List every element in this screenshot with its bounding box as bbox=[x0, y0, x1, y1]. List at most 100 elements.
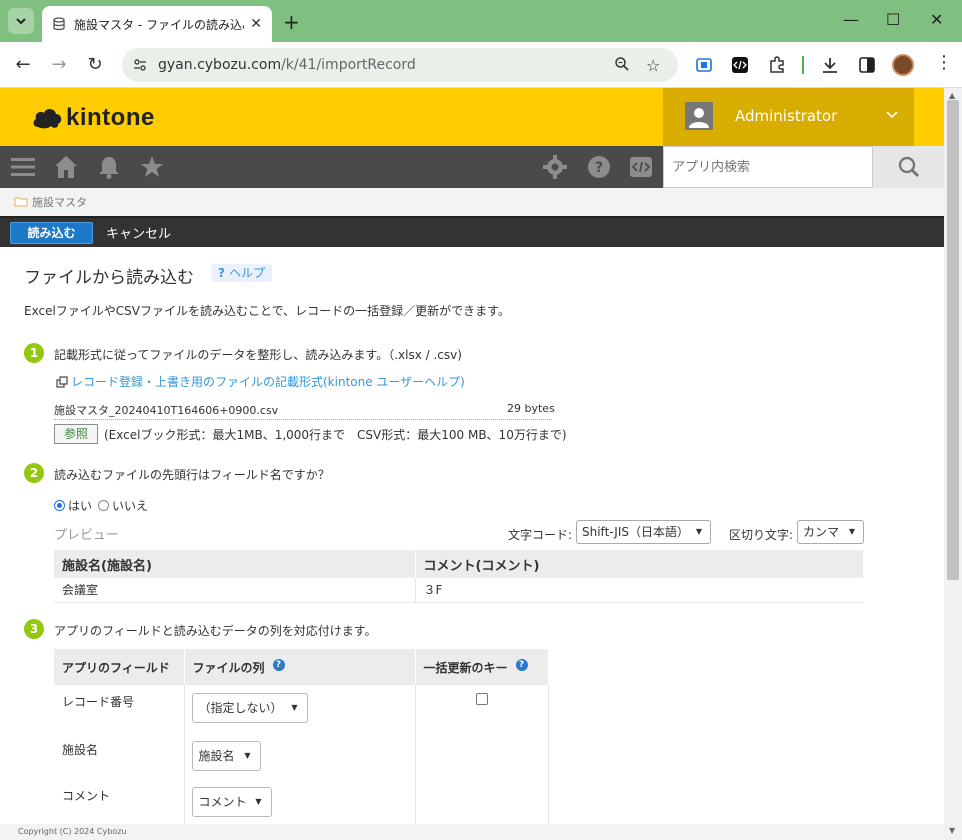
table-row: コメント コメント ▼ bbox=[54, 779, 549, 824]
tab-close-icon[interactable]: ✕ bbox=[250, 16, 262, 32]
mapping-column-cell: （指定しない） ▼ bbox=[183, 685, 416, 733]
dropdown-caret-icon: ▼ bbox=[255, 797, 262, 806]
help-question-icon[interactable]: ? bbox=[272, 658, 285, 671]
bell-icon[interactable] bbox=[96, 154, 122, 180]
delimiter-select[interactable]: カンマ ▼ bbox=[797, 520, 864, 544]
cancel-button[interactable]: キャンセル bbox=[106, 223, 171, 242]
dropdown-caret-icon: ▼ bbox=[848, 527, 855, 536]
code-icon[interactable] bbox=[628, 154, 654, 180]
selected-file-name: 施設マスタ_20240410T164606+0900.csv bbox=[54, 404, 279, 417]
hamburger-menu-icon[interactable] bbox=[10, 154, 36, 180]
kintone-nav-bar: ? bbox=[0, 146, 944, 188]
tab-title: 施設マスタ - ファイルの読み込み bbox=[74, 17, 244, 32]
breadcrumb-app[interactable]: 施設マスタ bbox=[32, 194, 87, 210]
maximize-button[interactable]: ☐ bbox=[886, 10, 900, 29]
step-1-text: 記載形式に従ってファイルのデータを整形し、読み込みます。（.xlsx / .cs… bbox=[54, 348, 462, 362]
profile-avatar[interactable] bbox=[892, 54, 914, 76]
step-2-text: 読み込むファイルの先頭行はフィールド名ですか？ bbox=[54, 468, 330, 482]
kintone-logo[interactable]: kintone bbox=[32, 104, 155, 132]
app-search-input[interactable] bbox=[664, 147, 854, 187]
url-bar[interactable]: gyan.cybozu.com/k/41/importRecord ☆ bbox=[122, 48, 678, 82]
browser-tab[interactable]: 施設マスタ - ファイルの読み込み ✕ bbox=[42, 6, 272, 42]
dropdown-caret-icon: ▼ bbox=[695, 527, 702, 536]
radio-yes[interactable] bbox=[54, 500, 65, 511]
scroll-thumb[interactable] bbox=[947, 100, 959, 580]
browser-menu-icon[interactable]: ⋮ bbox=[935, 52, 953, 73]
encoding-label: 文字コード: bbox=[508, 528, 573, 542]
forward-button[interactable]: → bbox=[48, 54, 70, 75]
step-1-badge: 1 bbox=[24, 343, 44, 363]
search-button[interactable] bbox=[873, 146, 944, 188]
import-button[interactable]: 読み込む bbox=[10, 222, 93, 244]
radio-no[interactable] bbox=[98, 500, 110, 511]
encoding-select[interactable]: Shift-JIS（日本語） ▼ bbox=[576, 520, 711, 544]
file-limit-text: (Excelブック形式：最大1MB、1,000行まで CSV形式：最大100 M… bbox=[104, 428, 567, 442]
download-icon[interactable] bbox=[820, 55, 840, 75]
mapping-field-name: レコード番号 bbox=[62, 695, 135, 709]
mapping-header-key: 一括更新のキー? bbox=[415, 649, 549, 685]
page-scrollbar[interactable]: ▲ ▼ bbox=[944, 88, 962, 840]
chevron-down-icon bbox=[16, 18, 26, 25]
preview-cell: ３F bbox=[415, 578, 864, 603]
radio-no-label[interactable]: いいえ bbox=[112, 497, 148, 514]
kintone-header: kintone Administrator bbox=[0, 88, 944, 146]
gear-icon[interactable] bbox=[542, 154, 568, 180]
preview-label: プレビュー bbox=[54, 528, 120, 543]
site-settings-icon[interactable] bbox=[132, 57, 148, 73]
tab-search-button[interactable] bbox=[8, 8, 34, 34]
star-icon[interactable] bbox=[139, 154, 165, 180]
extensions-puzzle-icon[interactable] bbox=[767, 55, 787, 75]
footer-copyright: Copyright (C) 2024 Cybozu bbox=[0, 824, 944, 840]
column-select[interactable]: コメント ▼ bbox=[191, 787, 272, 817]
minimize-button[interactable]: — bbox=[843, 10, 859, 29]
zoom-icon[interactable] bbox=[614, 56, 630, 76]
side-panel-icon[interactable] bbox=[857, 55, 877, 75]
browse-button[interactable]: 参照 bbox=[54, 424, 98, 444]
close-window-button[interactable]: ✕ bbox=[930, 10, 943, 29]
file-divider bbox=[54, 419, 552, 420]
database-icon bbox=[53, 17, 65, 31]
update-key-checkbox[interactable] bbox=[475, 693, 488, 705]
format-help-link[interactable]: レコード登録・上書き用のファイルの記載形式(kintone ユーザーヘルプ) bbox=[56, 373, 465, 390]
mapping-key-cell bbox=[415, 779, 549, 824]
step-3-text: アプリのフィールドと読み込むデータの列を対応付けます。 bbox=[54, 624, 377, 638]
toolbar-divider bbox=[802, 56, 804, 74]
step-3-badge: 3 bbox=[24, 619, 44, 639]
mapping-key-cell bbox=[415, 685, 549, 733]
browser-tab-bar: 施設マスタ - ファイルの読み込み ✕ + — ☐ ✕ bbox=[0, 0, 962, 42]
mapping-column-cell: コメント ▼ bbox=[183, 779, 416, 824]
home-icon[interactable] bbox=[53, 154, 79, 180]
reload-button[interactable]: ↻ bbox=[84, 54, 106, 75]
help-question-icon[interactable]: ? bbox=[515, 658, 528, 671]
field-mapping-table: アプリのフィールド ファイルの列? 一括更新のキー? レコード番号 （指定しない… bbox=[54, 649, 549, 824]
help-icon[interactable]: ? bbox=[586, 154, 612, 180]
selected-file-size: 29 bytes bbox=[507, 402, 555, 415]
kintone-cloud-icon bbox=[33, 108, 62, 129]
user-name: Administrator bbox=[735, 107, 838, 125]
folder-icon bbox=[14, 197, 28, 207]
user-menu[interactable]: Administrator bbox=[663, 88, 914, 146]
radio-yes-label[interactable]: はい bbox=[68, 497, 92, 514]
column-select[interactable]: 施設名 ▼ bbox=[191, 741, 261, 771]
dropdown-caret-icon: ▼ bbox=[291, 703, 298, 712]
back-button[interactable]: ← bbox=[12, 54, 34, 75]
mapping-header-field: アプリのフィールド bbox=[54, 649, 185, 685]
devtools-extension-icon[interactable] bbox=[730, 55, 750, 75]
column-select[interactable]: （指定しない） ▼ bbox=[191, 693, 308, 723]
translate-extension-icon[interactable] bbox=[694, 55, 714, 75]
question-icon: ? bbox=[218, 266, 230, 280]
help-link[interactable]: ? ヘルプ bbox=[211, 264, 273, 282]
new-tab-button[interactable]: + bbox=[283, 10, 300, 34]
scroll-up-arrow-icon[interactable]: ▲ bbox=[949, 91, 955, 100]
page-title: ファイルから読み込む bbox=[24, 268, 194, 288]
mapping-header-row: アプリのフィールド ファイルの列? 一括更新のキー? bbox=[54, 649, 549, 685]
dropdown-caret-icon: ▼ bbox=[244, 751, 251, 760]
preview-cell: 会議室 bbox=[54, 578, 416, 603]
scroll-down-arrow-icon[interactable]: ▼ bbox=[949, 826, 955, 835]
bookmark-star-icon[interactable]: ☆ bbox=[646, 56, 660, 75]
mapping-column-cell: 施設名 ▼ bbox=[183, 733, 416, 779]
svg-text:?: ? bbox=[595, 160, 603, 176]
mapping-header-column: ファイルの列? bbox=[184, 649, 416, 685]
preview-header-cell: 施設名(施設名) bbox=[54, 550, 416, 578]
external-link-icon bbox=[56, 375, 68, 388]
